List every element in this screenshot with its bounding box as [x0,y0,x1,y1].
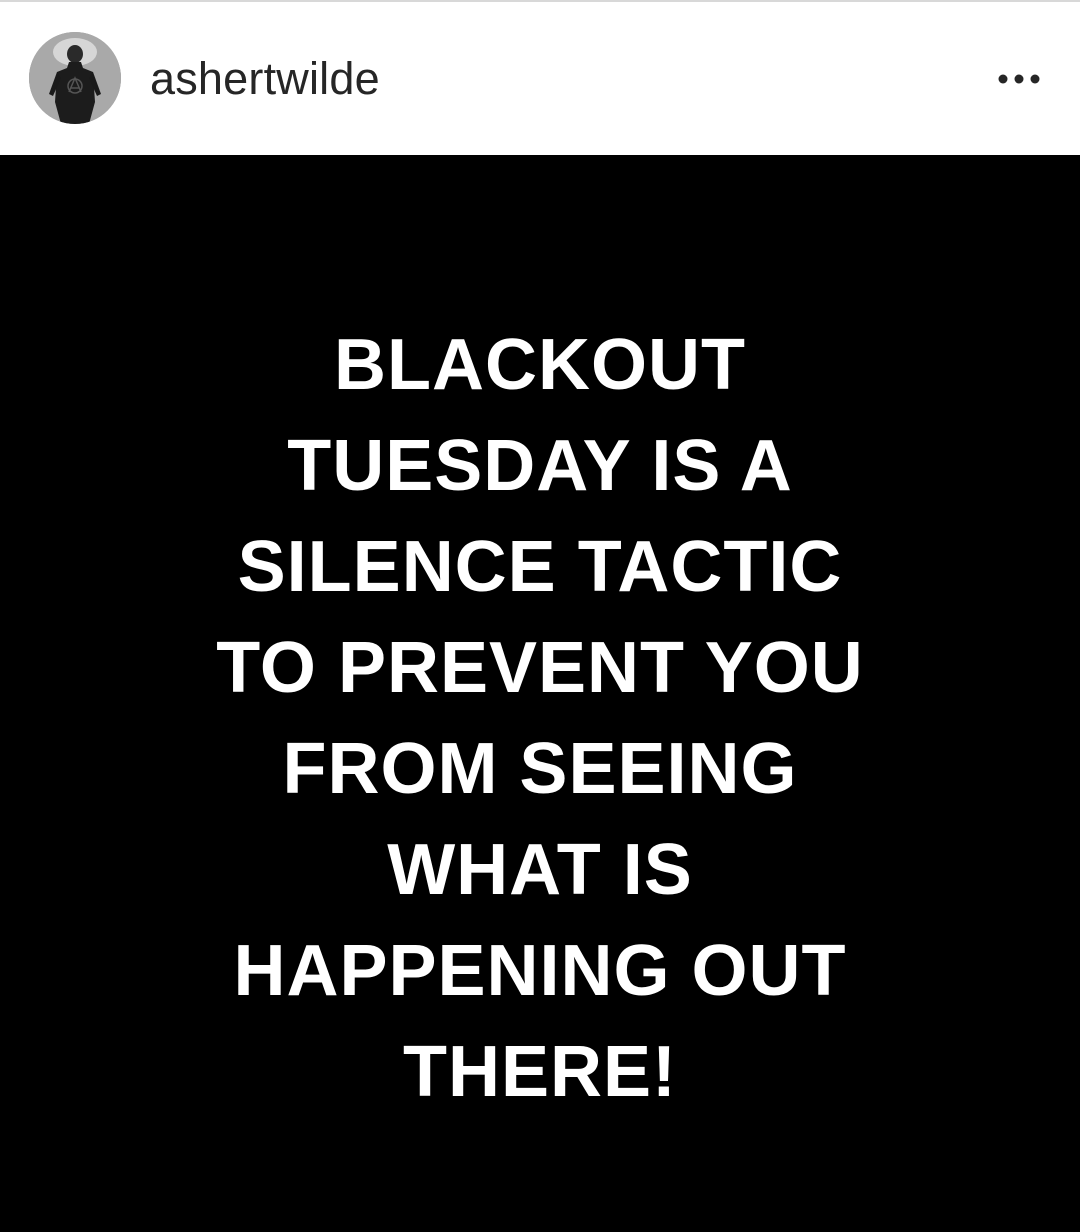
avatar[interactable] [29,32,121,124]
profile-photo-avatar-icon [29,32,121,124]
username[interactable]: ashertwilde [150,54,380,104]
post-text-line: TO PREVENT YOU [216,628,864,708]
post-text-line: FROM SEEING [282,729,798,809]
post-image[interactable]: BLACKOUT TUESDAY IS A SILENCE TACTIC TO … [0,155,1080,1232]
post-text-line: SILENCE TACTIC [237,527,843,607]
post-text-line: HAPPENING OUT [233,931,847,1011]
post-text-line: BLACKOUT [334,325,746,405]
post-text-line: TUESDAY IS A [287,426,793,506]
post-text-line: WHAT IS [387,830,693,910]
post-header: ashertwilde [0,0,1080,155]
post-image-text: BLACKOUT TUESDAY IS A SILENCE TACTIC TO … [60,315,1020,1123]
more-options-button[interactable] [986,58,1052,100]
more-options-icon [998,74,1040,84]
post-text-line: THERE! [403,1032,677,1112]
instagram-post: ashertwilde BLACKOUT TUESDAY IS A SILENC… [0,0,1080,1232]
